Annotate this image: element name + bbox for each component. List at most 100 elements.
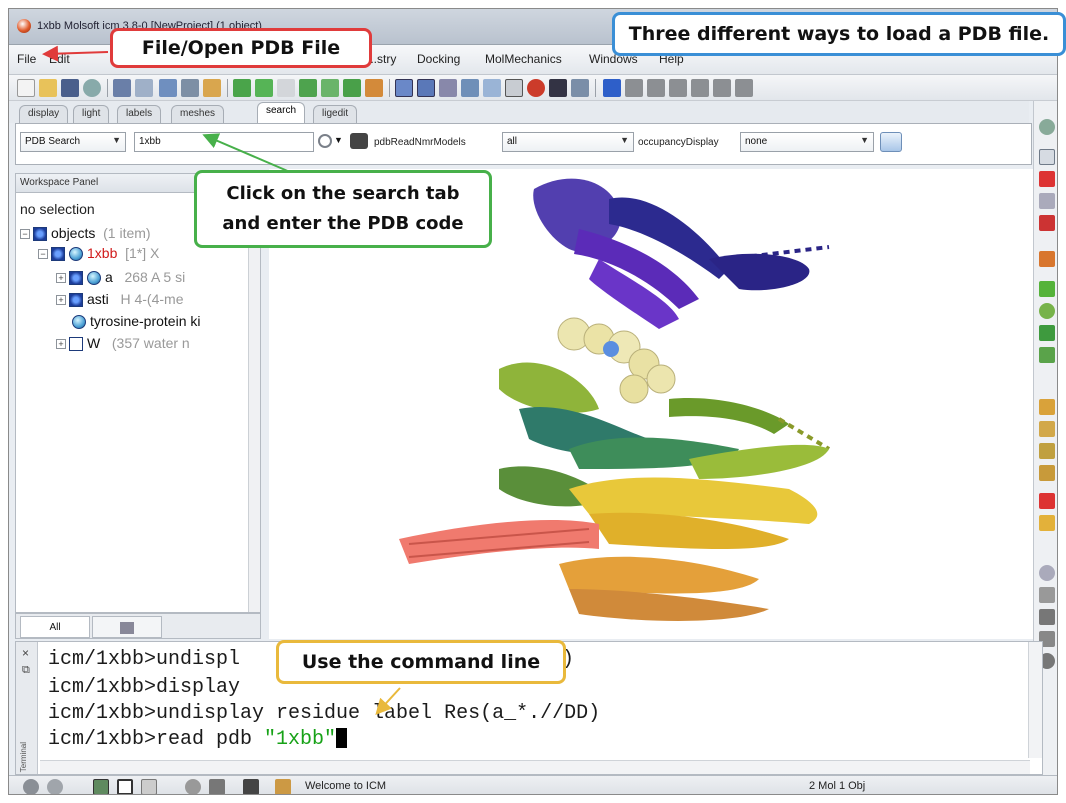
- tools-icon[interactable]: [571, 79, 589, 97]
- tab-meshes[interactable]: meshes: [171, 105, 225, 123]
- ribbon-icon[interactable]: [1039, 493, 1055, 509]
- render-icon[interactable]: [549, 79, 567, 97]
- redo-icon[interactable]: [135, 79, 153, 97]
- save-icon[interactable]: [61, 79, 79, 97]
- tab-search[interactable]: search: [257, 102, 306, 123]
- align-top-icon[interactable]: [625, 79, 643, 97]
- collapse-icon[interactable]: −: [38, 249, 48, 260]
- align-base-icon[interactable]: [735, 79, 753, 97]
- binoculars-search-icon[interactable]: [350, 133, 368, 149]
- tree-row-objects[interactable]: − objects (1 item): [20, 225, 151, 245]
- expand-icon[interactable]: +: [56, 295, 66, 306]
- color-icon[interactable]: [527, 79, 545, 97]
- undo-icon[interactable]: [113, 79, 131, 97]
- pdb-code-input[interactable]: 1xbb: [134, 132, 314, 152]
- table-toggle-icon[interactable]: [141, 779, 157, 794]
- water-checkbox-icon[interactable]: [69, 337, 83, 352]
- refresh-icon[interactable]: [880, 132, 902, 152]
- bug-icon[interactable]: [243, 779, 259, 794]
- pick-icon[interactable]: [181, 79, 199, 97]
- stereo-icon[interactable]: [417, 79, 435, 97]
- text-icon[interactable]: [505, 79, 523, 97]
- fullscreen-icon[interactable]: [395, 79, 413, 97]
- history-icon[interactable]: [318, 134, 332, 148]
- collapse-icon[interactable]: −: [20, 229, 30, 240]
- settings-icon[interactable]: [83, 79, 101, 97]
- expand-icon[interactable]: +: [56, 273, 66, 284]
- chain-icon[interactable]: [343, 79, 361, 97]
- star-icon[interactable]: [1039, 609, 1055, 625]
- camera-icon[interactable]: [209, 779, 225, 794]
- terminal-vertical-scrollbar[interactable]: [1028, 642, 1042, 758]
- z-axis-icon[interactable]: [1039, 587, 1055, 603]
- add-hydrogen-icon[interactable]: [233, 79, 251, 97]
- tab-tree-view[interactable]: [92, 616, 162, 638]
- lock-icon[interactable]: [1039, 515, 1055, 531]
- measure-icon[interactable]: [1039, 465, 1055, 481]
- remove-hydrogen-icon[interactable]: [255, 79, 273, 97]
- atom-icon[interactable]: [321, 79, 339, 97]
- sphere-icon[interactable]: [1039, 303, 1055, 319]
- rotate-icon[interactable]: [1039, 149, 1055, 165]
- align-middle-icon[interactable]: [669, 79, 687, 97]
- distance-icon[interactable]: [1039, 399, 1055, 415]
- terminal-toggle-icon[interactable]: [93, 779, 109, 794]
- tab-display[interactable]: display: [19, 105, 69, 123]
- tree-row-chain-a[interactable]: + a 268 A 5 si: [56, 269, 185, 289]
- close-icon[interactable]: ×: [22, 646, 29, 660]
- tab-all[interactable]: All: [20, 616, 90, 638]
- label-icon[interactable]: [203, 79, 221, 97]
- undock-icon[interactable]: ⧉: [22, 664, 30, 677]
- tree-row-water[interactable]: + W (357 water n: [56, 335, 190, 355]
- translate-icon[interactable]: [1039, 171, 1055, 187]
- gear-icon[interactable]: [1039, 119, 1055, 135]
- angle-icon[interactable]: [439, 79, 457, 97]
- move-up-icon[interactable]: [603, 79, 621, 97]
- menu-edit[interactable]: Edit: [49, 52, 70, 66]
- grid-small-icon[interactable]: [1039, 325, 1055, 341]
- window-icon[interactable]: [483, 79, 501, 97]
- surface-icon[interactable]: [1039, 251, 1055, 267]
- tab-ligedit[interactable]: ligedit: [313, 105, 358, 123]
- tree-row-asti[interactable]: + asti H 4-(4-me: [56, 291, 183, 311]
- expand-icon[interactable]: +: [56, 339, 66, 350]
- settings-status-icon[interactable]: [185, 779, 201, 794]
- move-down-icon[interactable]: [713, 79, 731, 97]
- search-status-icon[interactable]: [275, 779, 291, 794]
- menu-molmechanics[interactable]: MolMechanics: [485, 52, 562, 66]
- align-bottom-icon[interactable]: [691, 79, 709, 97]
- tree-row-protein[interactable]: tyrosine-protein ki: [72, 313, 201, 333]
- window-toggle-icon[interactable]: [117, 779, 133, 794]
- chain-checkbox-icon[interactable]: [69, 271, 83, 286]
- grid-icon[interactable]: [365, 79, 383, 97]
- torsion-icon[interactable]: [1039, 443, 1055, 459]
- terminal-horizontal-scrollbar[interactable]: [40, 760, 1030, 774]
- nmr-models-select[interactable]: all ▼: [502, 132, 634, 152]
- new-file-icon[interactable]: [17, 79, 35, 97]
- clip-icon[interactable]: [1039, 215, 1055, 231]
- tab-labels[interactable]: labels: [117, 105, 162, 123]
- box-icon[interactable]: [1039, 281, 1055, 297]
- zoom-icon[interactable]: [1039, 193, 1055, 209]
- menu-file[interactable]: File: [17, 52, 36, 66]
- stop-icon[interactable]: [23, 779, 39, 794]
- ligand-checkbox-icon[interactable]: [69, 293, 83, 308]
- tab-light[interactable]: light: [73, 105, 110, 123]
- angle-measure-icon[interactable]: [1039, 421, 1055, 437]
- camera-rotate-icon[interactable]: [1039, 565, 1055, 581]
- tree-row-1xbb[interactable]: − 1xbb [1*] X: [38, 245, 159, 265]
- bond-icon[interactable]: [299, 79, 317, 97]
- workspace-scrollbar[interactable]: [248, 193, 260, 612]
- search-mode-select[interactable]: PDB Search ▼: [20, 132, 126, 152]
- history-chevron-icon[interactable]: ▼: [334, 135, 343, 145]
- align-center-icon[interactable]: [647, 79, 665, 97]
- object-checkbox-icon[interactable]: [51, 247, 65, 262]
- table-icon[interactable]: [461, 79, 479, 97]
- occupancy-select[interactable]: none ▼: [740, 132, 874, 152]
- open-folder-icon[interactable]: [39, 79, 57, 97]
- menu-docking[interactable]: Docking: [417, 52, 460, 66]
- residue-icon[interactable]: [277, 79, 295, 97]
- label-as-icon[interactable]: [1039, 347, 1055, 363]
- select-icon[interactable]: [159, 79, 177, 97]
- terminal-line-4[interactable]: icm/1xbb>read pdb "1xbb": [48, 728, 348, 751]
